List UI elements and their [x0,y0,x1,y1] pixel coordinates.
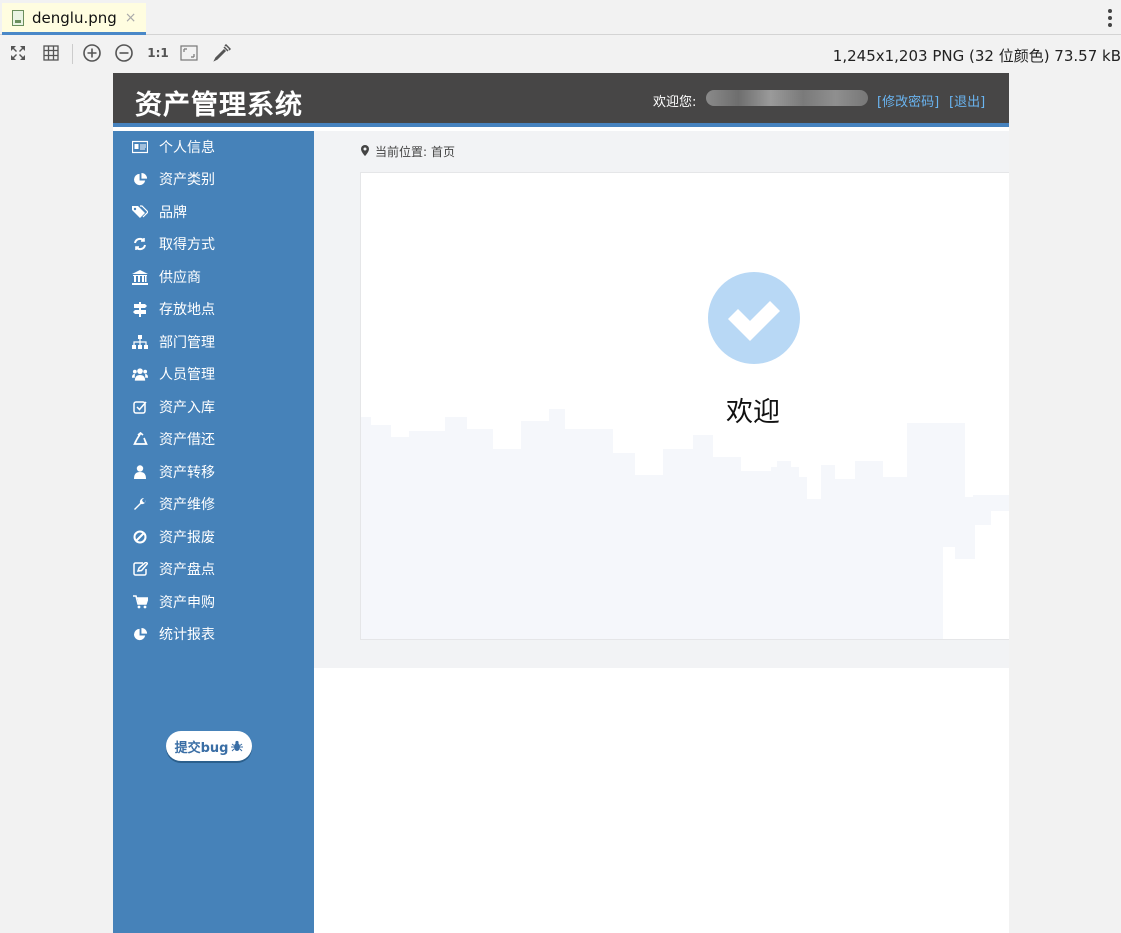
app-header: 资产管理系统 欢迎您: [修改密码] [退出] [113,73,1009,127]
sidebar-item-label: 统计报表 [159,627,215,643]
sidebar-item-asset-inventory[interactable]: 资产盘点 [113,553,314,585]
refresh-icon [132,236,148,252]
bank-icon [132,269,148,285]
welcome-text: 欢迎您: [653,95,697,110]
image-file-icon [12,9,24,26]
sidebar-item-brand[interactable]: 品牌 [113,196,314,228]
sidebar-item-label: 资产申购 [159,595,215,611]
more-options-icon[interactable] [1107,9,1113,27]
file-tab-label: denglu.png [32,8,117,27]
sidebar-item-label: 资产盘点 [159,562,215,578]
id-card-icon [132,139,148,155]
image-info-text: 1,245x1,203 PNG (32 位颜色) 73.57 kB [832,47,1121,65]
sitemap-icon [132,334,148,350]
fit-window-icon[interactable] [178,42,200,64]
ban-icon [132,529,148,545]
sidebar-item-label: 存放地点 [159,302,215,318]
sidebar-item-asset-storage[interactable]: 资产入库 [113,391,314,423]
users-icon [132,366,148,382]
sidebar-item-label: 人员管理 [159,367,215,383]
viewer-tab-bar: denglu.png × [0,0,1121,35]
sidebar-item-storage-location[interactable]: 存放地点 [113,293,314,325]
breadcrumb-current[interactable]: 首页 [431,143,455,160]
sidebar-item-label: 供应商 [159,270,201,286]
submit-bug-button[interactable]: 提交bug [166,731,252,761]
city-skyline-illustration [361,409,1009,639]
sidebar-item-label: 资产维修 [159,497,215,513]
username-redacted [706,90,868,106]
success-check-icon [708,272,800,364]
close-icon[interactable]: × [125,10,137,26]
sidebar-item-label: 资产转移 [159,465,215,481]
breadcrumb: 当前位置: 首页 [361,143,455,160]
breadcrumb-prefix: 当前位置: [375,145,428,159]
pie-chart-icon [132,626,148,642]
change-password-link[interactable]: [修改密码] [877,91,939,110]
sidebar-item-label: 个人信息 [159,140,215,156]
welcome-heading: 欢迎 [726,397,780,428]
tags-icon [132,204,148,220]
sidebar-item-label: 取得方式 [159,237,215,253]
cart-icon [132,594,148,610]
fit-icon[interactable] [7,42,29,64]
bug-icon [231,740,244,752]
sidebar-item-label: 资产入库 [159,400,215,416]
sidebar-item-supplier[interactable]: 供应商 [113,261,314,293]
pie-chart-icon [132,171,148,187]
sidebar-item-personnel[interactable]: 人员管理 [113,358,314,390]
viewer-toolbar: 1:1 1,245x1,203 PNG (32 位颜色) 73.57 kB [0,36,1121,71]
sidebar-item-statistics-report[interactable]: 统计报表 [113,618,314,650]
grid-icon[interactable] [40,42,62,64]
sidebar-item-label: 资产借还 [159,432,215,448]
signpost-icon [132,301,148,317]
sidebar: 个人信息 资产类别 品牌 取得方式 供应商 存放地点 部门管理 人员管理 资产入… [113,131,314,933]
check-square-icon [132,399,148,415]
sidebar-item-label: 资产报废 [159,530,215,546]
user-icon [132,464,148,480]
sidebar-item-acquisition-method[interactable]: 取得方式 [113,228,314,260]
welcome-card: 欢迎 [360,172,1009,640]
submit-bug-label: 提交bug [174,740,229,756]
actual-size-icon[interactable]: 1:1 [146,42,170,64]
sidebar-item-asset-scrap[interactable]: 资产报废 [113,521,314,553]
sidebar-item-asset-transfer[interactable]: 资产转移 [113,456,314,488]
sidebar-item-label: 部门管理 [159,335,215,351]
sidebar-item-asset-borrow-return[interactable]: 资产借还 [113,423,314,455]
color-picker-icon[interactable] [211,42,233,64]
zoom-in-icon[interactable] [81,42,103,64]
sidebar-item-department[interactable]: 部门管理 [113,326,314,358]
sidebar-item-asset-purchase-request[interactable]: 资产申购 [113,586,314,618]
sidebar-item-asset-repair[interactable]: 资产维修 [113,488,314,520]
sidebar-item-asset-category[interactable]: 资产类别 [113,163,314,195]
recycle-icon [132,431,148,447]
sidebar-item-label: 资产类别 [159,172,215,188]
app-title: 资产管理系统 [135,90,303,121]
toolbar-divider [72,44,73,64]
zoom-out-icon[interactable] [113,42,135,64]
map-marker-icon [361,144,369,159]
edit-icon [132,561,148,577]
logout-link[interactable]: [退出] [949,91,985,110]
sidebar-item-personal-info[interactable]: 个人信息 [113,131,314,163]
main-content: 当前位置: 首页 欢迎 [314,131,1009,668]
wrench-icon [132,496,148,512]
app-window: 资产管理系统 欢迎您: [修改密码] [退出] 个人信息 资产类别 品牌 取得方… [113,73,1009,933]
file-tab[interactable]: denglu.png × [2,3,146,35]
content-lower-area [314,668,1009,933]
sidebar-item-label: 品牌 [159,205,187,221]
